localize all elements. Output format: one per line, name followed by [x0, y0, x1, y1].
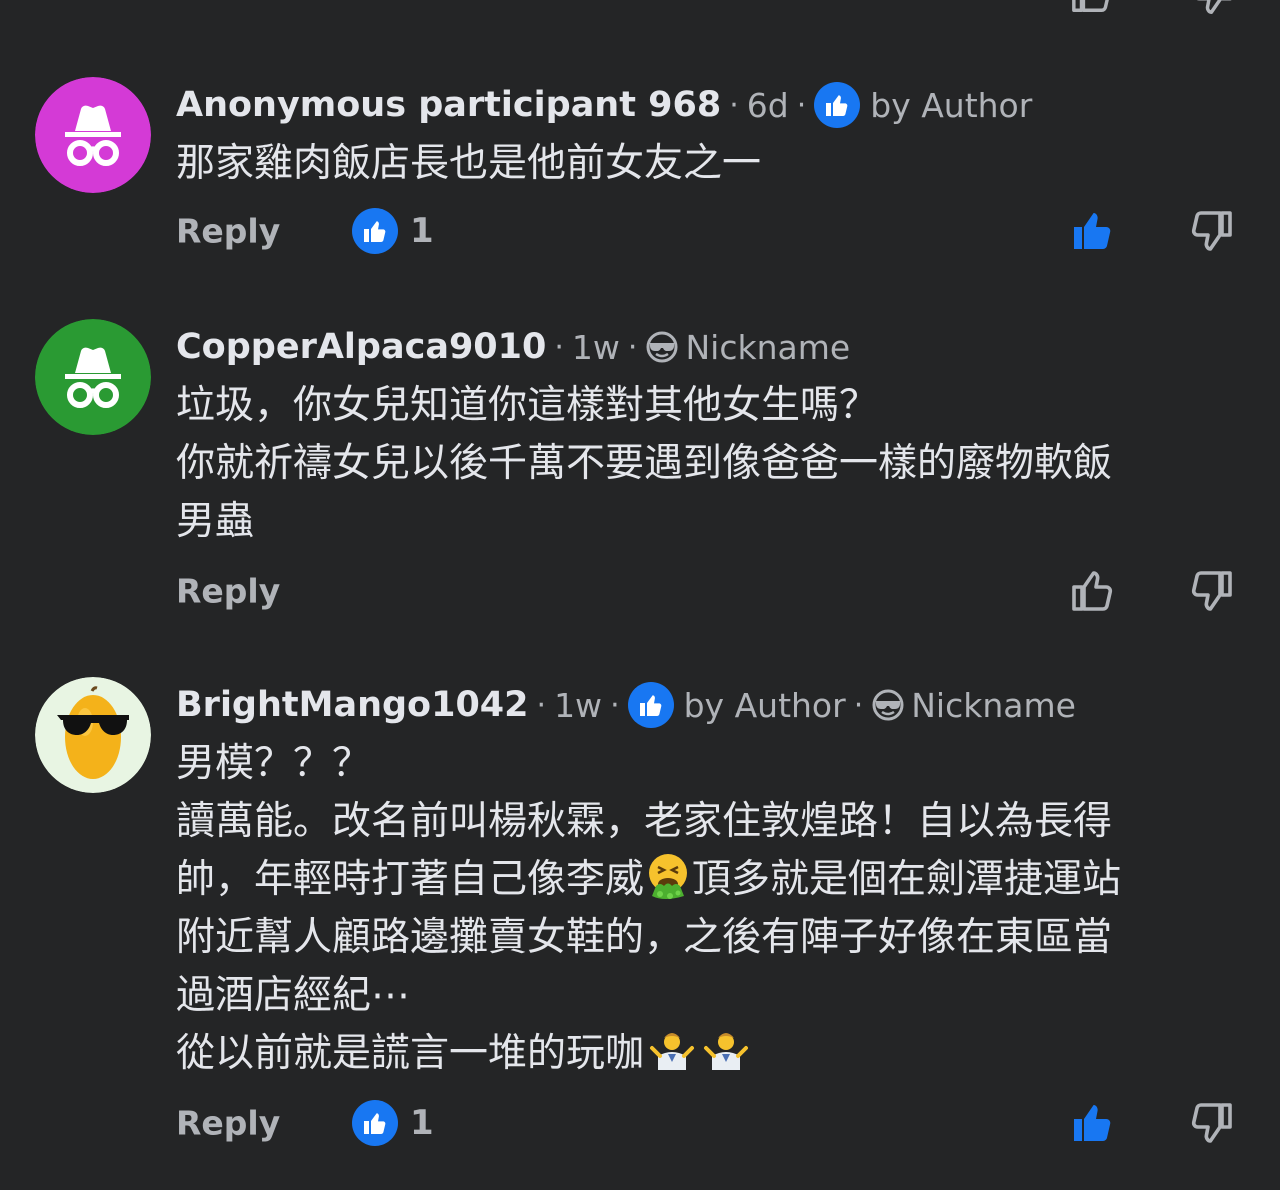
nickname-label: Nickname: [685, 327, 851, 367]
author-badge-label: by Author: [683, 685, 846, 725]
avatar[interactable]: [35, 77, 151, 193]
comment-body: 垃圾，你女兒知道你這樣對其他女生嗎？ 你就祈禱女兒以後千萬不要遇到像爸爸一樣的廢…: [176, 377, 1246, 551]
person-shrugging-icon: [704, 1033, 749, 1070]
comment-text-segment: 頂多就是個在劍潭捷運站: [692, 857, 1122, 902]
comment-text-line: 那家雞肉飯店長也是他前女友之一: [176, 141, 762, 186]
comment-text-line: 從以前就是謊言一堆的玩咖: [176, 1025, 1246, 1083]
comment-text-line: 男模？？？: [176, 741, 372, 786]
comment-content: CopperAlpaca9010 · 1w · Nickname 垃圾，你女兒知…: [176, 319, 1246, 621]
separator-dot: ·: [627, 329, 638, 365]
separator-dot: ·: [729, 87, 739, 123]
separator-dot: ·: [536, 687, 547, 723]
author-like-badge: by Author: [814, 82, 1032, 128]
thumb-up-icon[interactable]: [1070, 207, 1118, 255]
incognito-avatar-icon: [35, 77, 151, 193]
sunglasses-face-icon: [872, 689, 904, 721]
thumb-down-icon[interactable]: [1186, 207, 1234, 255]
mango-sunglasses-avatar-icon: [35, 677, 151, 793]
author-like-badge: by Author: [627, 682, 846, 728]
like-count: 1: [352, 1100, 434, 1146]
comment-text-line: 讀萬能。改名前叫楊秋霖，老家住敦煌路！自以為長得: [176, 799, 1113, 844]
thumbs-up-icon: [627, 682, 674, 728]
nickname-label: Nickname: [911, 685, 1076, 725]
reply-button[interactable]: Reply: [176, 572, 280, 611]
thumb-up-icon[interactable]: [1070, 0, 1116, 14]
sunglasses-face-icon: [646, 331, 678, 363]
like-count-value: 1: [410, 1103, 434, 1143]
comment-content: Anonymous participant 968 · 6d · by Auth…: [176, 77, 1246, 261]
reply-button[interactable]: Reply: [176, 1104, 280, 1143]
face-vomiting-icon: [649, 854, 688, 899]
like-count-value: 1: [410, 211, 434, 251]
comment-actions: Reply 1: [176, 1093, 1246, 1153]
separator-dot: ·: [554, 329, 564, 365]
comment-text-line: 男蟲: [176, 499, 255, 544]
like-count: 1: [352, 208, 434, 254]
thumb-down-icon[interactable]: [1186, 1099, 1234, 1147]
comment-text-segment: 從以前就是謊言一堆的玩咖: [176, 1031, 645, 1076]
comment-text-line: 附近幫人顧路邊攤賣女鞋的，之後有陣子好像在東區當: [176, 915, 1113, 960]
thumb-up-icon[interactable]: [1070, 567, 1118, 615]
comment-actions: Reply: [176, 561, 1246, 621]
nickname-badge: Nickname: [871, 686, 1076, 725]
thumbs-up-icon: [814, 82, 861, 128]
comment-meta: CopperAlpaca9010 · 1w · Nickname: [176, 319, 1246, 375]
comment-meta: BrightMango1042 · 1w · by Author · Nickn…: [176, 677, 1246, 733]
separator-dot: ·: [610, 687, 620, 723]
comment-text-line: 垃圾，你女兒知道你這樣對其他女生嗎？: [176, 383, 879, 428]
username[interactable]: Anonymous participant 968: [176, 85, 721, 125]
comment-text-line: 你就祈禱女兒以後千萬不要遇到像爸爸一樣的廢物軟飯: [176, 441, 1113, 486]
reply-button[interactable]: Reply: [176, 212, 280, 251]
nickname-badge: Nickname: [645, 328, 850, 367]
incognito-avatar-icon: [35, 319, 151, 435]
comment-actions: Reply 1: [176, 201, 1246, 261]
avatar[interactable]: [35, 677, 151, 793]
thumb-down-icon[interactable]: [1186, 567, 1234, 615]
username[interactable]: BrightMango1042: [176, 685, 529, 725]
person-shrugging-icon: [650, 1033, 695, 1070]
separator-dot: ·: [796, 87, 807, 123]
thumb-down-icon[interactable]: [1188, 0, 1234, 14]
avatar[interactable]: [35, 319, 151, 435]
comment-text-line: 過酒店經紀⋯: [176, 973, 411, 1018]
thumbs-up-icon: [352, 1100, 398, 1146]
comment-body: 男模？？？ 讀萬能。改名前叫楊秋霖，老家住敦煌路！自以為長得 帥，年輕時打著自己…: [176, 735, 1246, 1083]
thumb-up-icon[interactable]: [1070, 1099, 1118, 1147]
author-badge-label: by Author: [870, 85, 1033, 125]
timestamp: 6d: [746, 85, 789, 125]
comment-text-segment: 帥，年輕時打著自己像李威: [176, 857, 645, 902]
username[interactable]: CopperAlpaca9010: [176, 327, 546, 367]
timestamp: 1w: [571, 327, 620, 367]
comment-meta: Anonymous participant 968 · 6d · by Auth…: [176, 77, 1246, 133]
comment-content: BrightMango1042 · 1w · by Author · Nickn…: [176, 677, 1246, 1153]
timestamp: 1w: [554, 685, 603, 725]
previous-comment-actions: [0, 0, 1280, 14]
comment-text-line: 帥，年輕時打著自己像李威 頂多就是個在劍潭捷運站: [176, 851, 1246, 909]
comment-body: 那家雞肉飯店長也是他前女友之一: [176, 135, 1246, 193]
separator-dot: ·: [853, 687, 864, 723]
thumbs-up-icon: [352, 208, 398, 254]
